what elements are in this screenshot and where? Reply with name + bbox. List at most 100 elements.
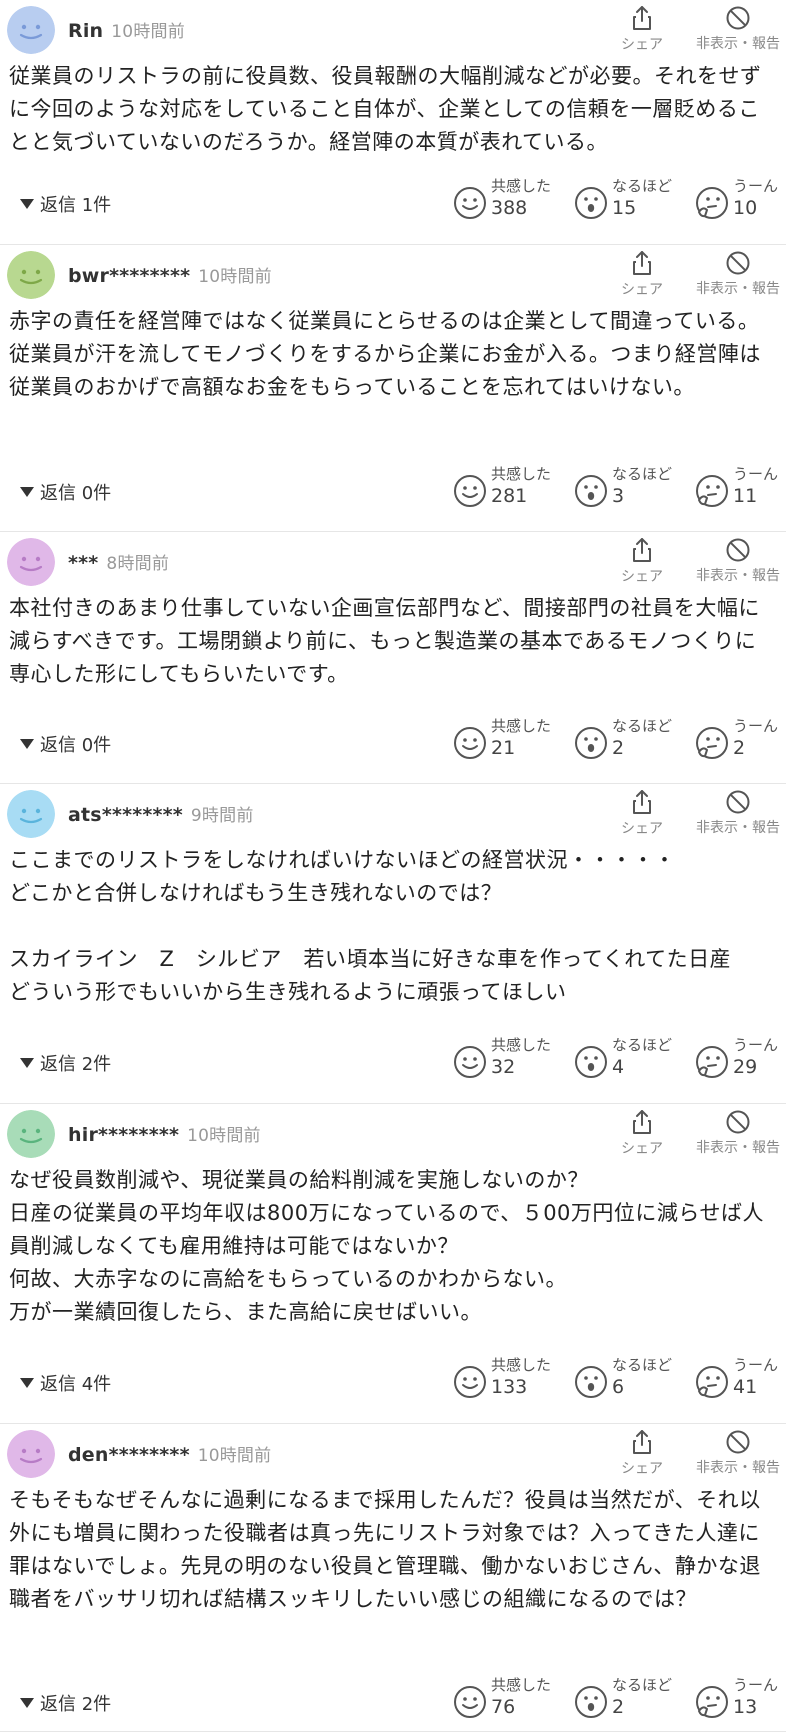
empathy-count: 133 [491, 1376, 528, 1398]
reaction-bar: 共感した 133 なるほど 6 うーん 41 [453, 1354, 786, 1410]
username-text: Rin [68, 20, 104, 42]
hide-report-button[interactable]: 非表示・報告 [690, 4, 786, 53]
thinking-face-icon [695, 474, 729, 508]
avatar[interactable] [7, 1110, 55, 1158]
avatar[interactable] [7, 251, 55, 299]
hmm-count: 2 [733, 737, 746, 759]
replies-count: 返信 2件 [40, 1694, 112, 1715]
replies-toggle[interactable]: 返信 2件 [20, 1690, 111, 1716]
block-icon [726, 790, 750, 814]
username[interactable]: bwr******** 10時間前 [68, 262, 272, 287]
comment-text: 従業員のリストラの前に役員数、役員報酬の大幅削減などが必要。それをせずに今回のよ… [9, 64, 762, 154]
hide-report-label: 非表示・報告 [696, 820, 780, 836]
empathy-label: 共感した [491, 177, 552, 195]
hmm-count: 11 [733, 485, 758, 507]
hide-report-button[interactable]: 非表示・報告 [690, 536, 786, 585]
smile-face-icon [453, 726, 487, 760]
comment-item: Rin 10時間前 シェア 非表示・報告 従業員のリストラの前に役員数、役員報酬の… [0, 0, 786, 245]
avatar[interactable] [7, 6, 55, 54]
share-button[interactable]: シェア [610, 536, 674, 586]
hmm-count: 41 [733, 1376, 758, 1398]
empathy-count: 281 [491, 485, 528, 507]
surprised-face-icon [574, 1045, 608, 1079]
username[interactable]: ats******** 9時間前 [68, 801, 254, 826]
comment-item: den******** 10時間前 シェア 非表示・報告 そもそもなぜそんなに過剰… [0, 1424, 786, 1732]
replies-count: 返信 2件 [40, 1054, 112, 1075]
share-button[interactable]: シェア [610, 1108, 674, 1158]
replies-toggle[interactable]: 返信 4件 [20, 1370, 111, 1396]
insight-count: 6 [612, 1376, 625, 1398]
insight-count: 3 [612, 485, 625, 507]
hide-report-button[interactable]: 非表示・報告 [690, 249, 786, 298]
hide-report-label: 非表示・報告 [696, 36, 780, 52]
empathy-label: 共感した [491, 465, 552, 483]
surprised-face-icon [574, 186, 608, 220]
empathy-count: 388 [491, 197, 528, 219]
hide-report-button[interactable]: 非表示・報告 [690, 788, 786, 837]
share-button[interactable]: シェア [610, 788, 674, 838]
block-icon [726, 538, 750, 562]
avatar[interactable] [7, 790, 55, 838]
empathy-label: 共感した [491, 717, 552, 735]
thinking-face-icon [695, 1045, 729, 1079]
surprised-face-icon [574, 474, 608, 508]
comment-text: そもそもなぜそんなに過剰になるまで採用したんだ？役員は当然だが、それ以外にも増員… [9, 1488, 761, 1611]
share-icon [633, 538, 651, 562]
username[interactable]: den******** 10時間前 [68, 1441, 271, 1466]
caret-down-icon [20, 487, 34, 497]
replies-count: 返信 0件 [40, 483, 112, 504]
surprised-face-icon [574, 1685, 608, 1719]
insight-count: 15 [612, 197, 637, 219]
replies-count: 返信 1件 [40, 195, 112, 216]
insight-label: なるほど [612, 177, 673, 195]
replies-toggle[interactable]: 返信 0件 [20, 731, 111, 757]
share-label: シェア [621, 1461, 663, 1477]
smile-face-icon [453, 1685, 487, 1719]
replies-toggle[interactable]: 返信 0件 [20, 479, 111, 505]
username[interactable]: Rin 10時間前 [68, 17, 185, 42]
smile-face-icon [453, 1365, 487, 1399]
share-button[interactable]: シェア [610, 249, 674, 299]
replies-toggle[interactable]: 返信 1件 [20, 191, 111, 217]
share-label: シェア [621, 821, 663, 837]
hide-report-label: 非表示・報告 [696, 1460, 780, 1476]
replies-count: 返信 0件 [40, 735, 112, 756]
insight-count: 2 [612, 1696, 625, 1718]
share-icon [633, 790, 651, 814]
share-button[interactable]: シェア [610, 1428, 674, 1478]
surprised-face-icon [574, 726, 608, 760]
share-button[interactable]: シェア [610, 4, 674, 54]
hide-report-button[interactable]: 非表示・報告 [690, 1108, 786, 1157]
avatar[interactable] [7, 1430, 55, 1478]
comment-list: Rin 10時間前 シェア 非表示・報告 従業員のリストラの前に役員数、役員報酬の… [0, 0, 786, 1732]
username-text: bwr******** [68, 265, 191, 287]
caret-down-icon [20, 199, 34, 209]
hide-report-label: 非表示・報告 [696, 281, 780, 297]
username-text: den******** [68, 1444, 190, 1466]
comment-text: ここまでのリストラをしなければいけないほどの経営状況・・・・・ どこかと合併しな… [9, 848, 732, 1004]
hmm-label: うーん [733, 465, 779, 483]
comment-text: 本社付きのあまり仕事していない企画宣伝部門など、間接部門の社員を大幅に減らすべき… [9, 596, 760, 686]
smile-face-icon [453, 1045, 487, 1079]
hmm-label: うーん [733, 177, 779, 195]
hmm-label: うーん [733, 1356, 779, 1374]
hide-report-button[interactable]: 非表示・報告 [690, 1428, 786, 1477]
timestamp: 10時間前 [111, 22, 185, 42]
hide-report-label: 非表示・報告 [696, 568, 780, 584]
hmm-count: 13 [733, 1696, 758, 1718]
empathy-label: 共感した [491, 1676, 552, 1694]
thinking-face-icon [695, 1365, 729, 1399]
share-label: シェア [621, 1141, 663, 1157]
username[interactable]: hir******** 10時間前 [68, 1121, 261, 1146]
replies-toggle[interactable]: 返信 2件 [20, 1050, 111, 1076]
caret-down-icon [20, 1058, 34, 1068]
avatar[interactable] [7, 538, 55, 586]
username[interactable]: *** 8時間前 [68, 549, 169, 574]
insight-label: なるほど [612, 1676, 673, 1694]
share-icon [633, 1110, 651, 1134]
smile-face-icon [453, 186, 487, 220]
empathy-count: 21 [491, 737, 516, 759]
insight-label: なるほど [612, 465, 673, 483]
comment-item: ats******** 9時間前 シェア 非表示・報告 ここまでのリストラをしなけ… [0, 784, 786, 1104]
empathy-count: 32 [491, 1056, 516, 1078]
